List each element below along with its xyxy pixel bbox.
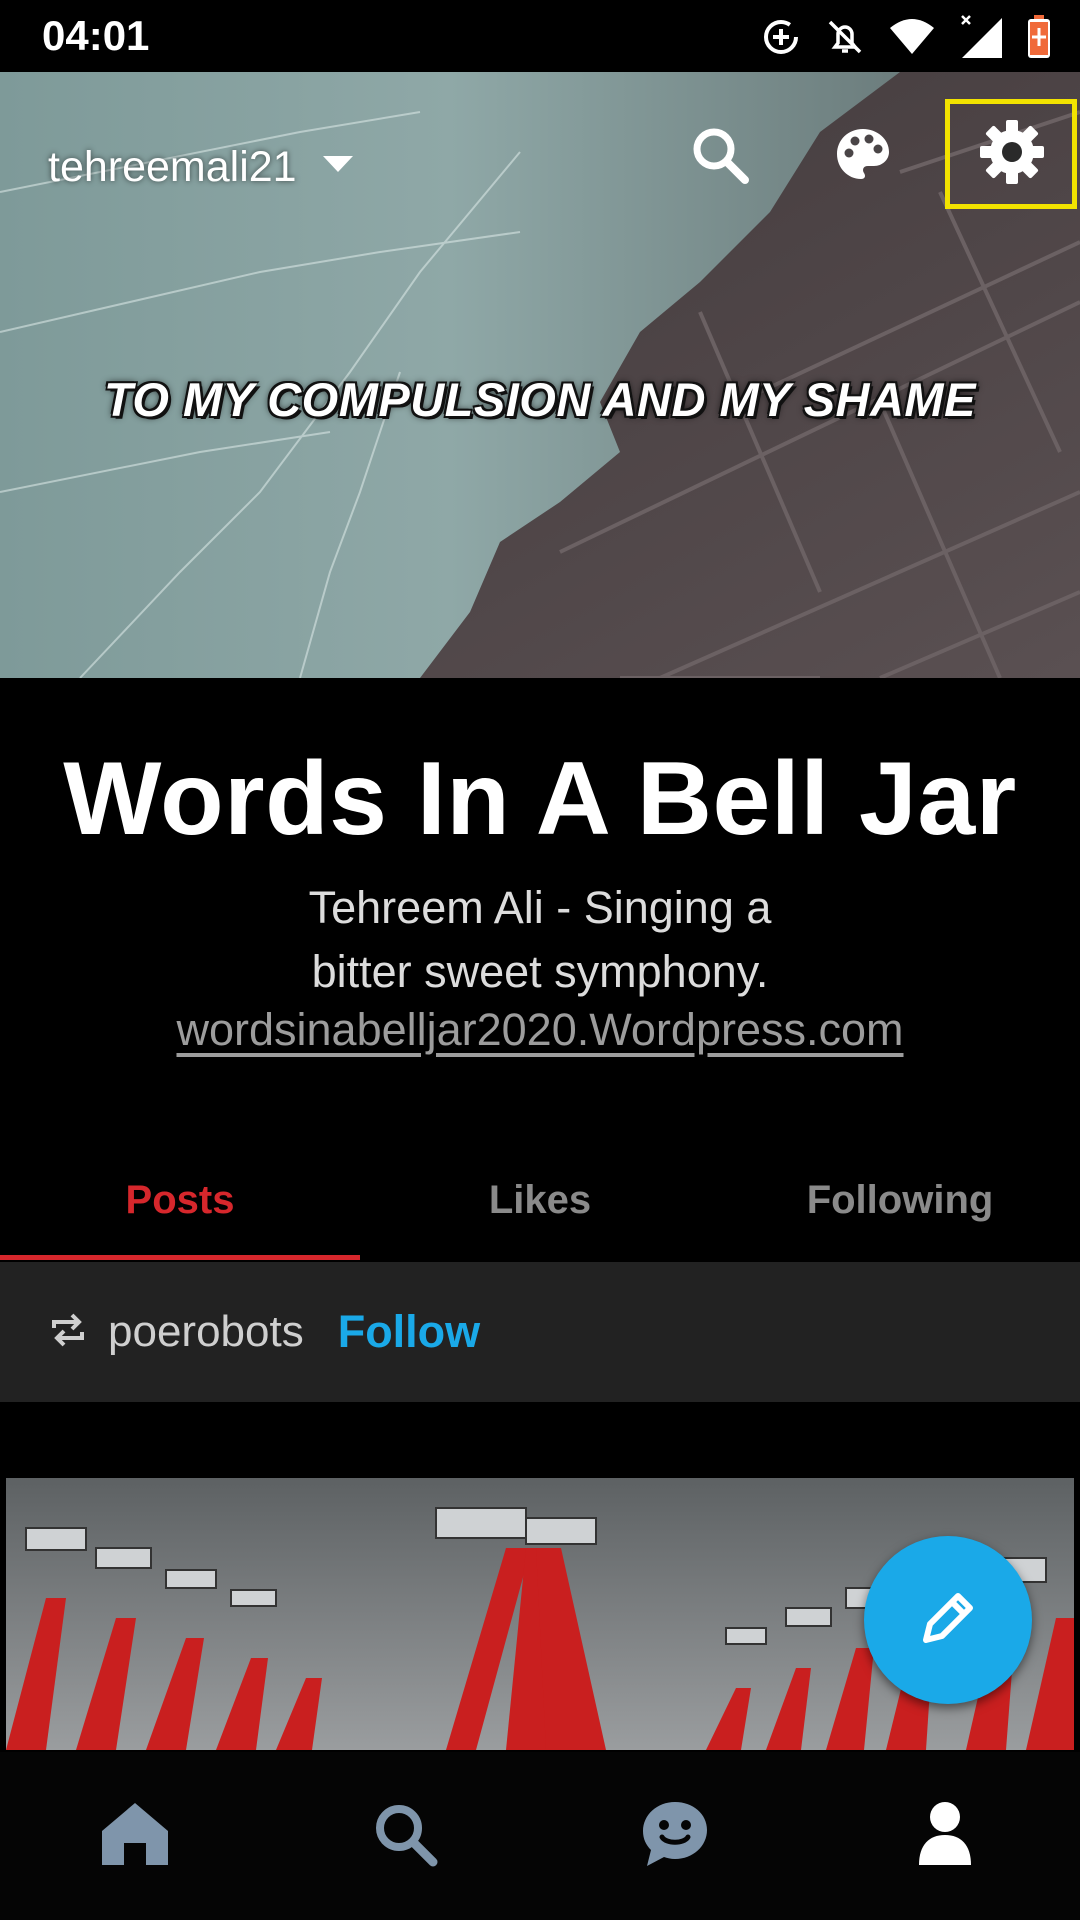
blog-title: Words In A Bell Jar [63,741,1017,857]
tab-likes[interactable]: Likes [360,1140,720,1260]
tab-following[interactable]: Following [720,1140,1080,1260]
account-name: tehreemali21 [48,142,297,191]
tab-posts[interactable]: Posts [0,1140,360,1260]
notifications-off-icon [824,16,866,58]
blog-description-line-1: Tehreem Ali - Singing a [308,882,772,933]
blog-description: Tehreem Ali - Singing a bitter sweet sym… [0,876,1080,1004]
chevron-down-icon [322,155,353,179]
nav-messages[interactable] [540,1752,810,1920]
data-saver-icon [760,16,802,58]
home-icon [100,1801,170,1872]
blog-link[interactable]: wordsinabelljar2020.Wordpress.com [0,1004,1080,1056]
compose-post-button[interactable] [864,1536,1032,1704]
nav-search[interactable] [270,1752,540,1920]
palette-icon [833,125,893,190]
reblog-icon [48,1310,88,1355]
settings-highlight-box [945,99,1077,209]
reblog-header: poerobots Follow [0,1262,1080,1402]
account-switcher[interactable]: tehreemali21 [48,132,353,202]
pencil-icon [912,1582,984,1659]
status-icons [760,12,1052,62]
search-button[interactable] [665,92,775,222]
follow-button[interactable]: Follow [338,1306,480,1358]
nav-account[interactable] [810,1752,1080,1920]
palette-button[interactable] [808,92,918,222]
search-icon [690,125,750,190]
search-icon [372,1801,438,1872]
wifi-icon [888,16,936,58]
battery-charging-icon [1026,14,1052,60]
chat-icon [640,1799,710,1874]
header-image: tehreemali21 TO MY COMPULSION AND MY SHA… [0,72,1080,678]
status-bar: 04:01 [0,0,1080,72]
nav-home[interactable] [0,1752,270,1920]
reblog-blog-name[interactable]: poerobots [108,1307,304,1357]
signal-icon [958,14,1004,60]
blog-description-line-2: bitter sweet symphony. [311,946,769,997]
bottom-navigation [0,1752,1080,1920]
profile-tabs: Posts Likes Following [0,1140,1080,1260]
status-time: 04:01 [42,12,150,59]
blog-link-text[interactable]: wordsinabelljar2020.Wordpress.com [176,1004,903,1055]
header-quote: TO MY COMPULSION AND MY SHAME [104,373,976,426]
account-icon [917,1801,973,1872]
